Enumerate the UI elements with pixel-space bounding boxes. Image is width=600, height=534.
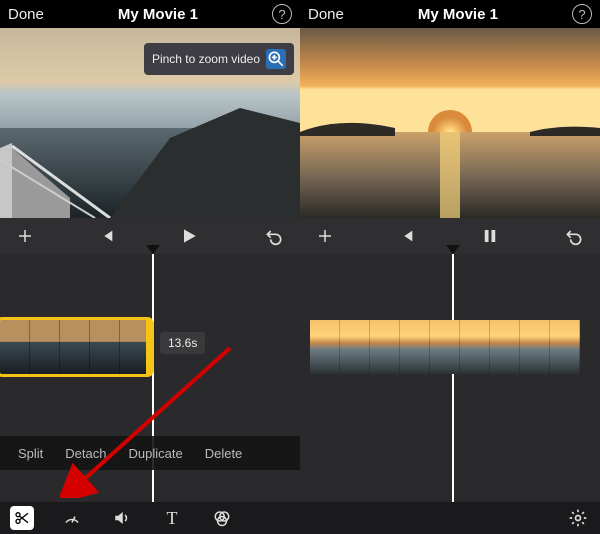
pinch-zoom-label: Pinch to zoom video: [152, 52, 260, 66]
header-bar: Done My Movie 1 ?: [0, 0, 300, 28]
titles-tool[interactable]: T: [160, 506, 184, 530]
help-button[interactable]: ?: [572, 4, 592, 24]
done-button[interactable]: Done: [308, 6, 344, 23]
pause-button[interactable]: [481, 227, 499, 245]
video-preview[interactable]: Pinch to zoom video: [0, 28, 300, 218]
help-button[interactable]: ?: [272, 4, 292, 24]
add-media-button[interactable]: [16, 227, 34, 245]
undo-button[interactable]: [564, 226, 584, 246]
project-title: My Movie 1: [418, 6, 498, 23]
skip-back-button[interactable]: [399, 228, 415, 244]
bottom-toolbar: [300, 502, 600, 534]
project-title: My Movie 1: [118, 6, 198, 23]
left-screenshot: Done My Movie 1 ? Pinch to zoom: [0, 0, 300, 534]
split-action[interactable]: Split: [18, 446, 43, 461]
timeline[interactable]: 13.6s Split Detach Duplicate Delete: [0, 254, 300, 502]
add-media-button[interactable]: [316, 227, 334, 245]
duplicate-action[interactable]: Duplicate: [129, 446, 183, 461]
play-button[interactable]: [179, 226, 199, 246]
scissors-tool[interactable]: [10, 506, 34, 530]
settings-button[interactable]: [566, 506, 590, 530]
header-bar: Done My Movie 1 ?: [300, 0, 600, 28]
bottom-toolbar: T: [0, 502, 300, 534]
skip-back-button[interactable]: [99, 228, 115, 244]
pinch-zoom-tooltip: Pinch to zoom video: [144, 43, 294, 75]
undo-button[interactable]: [264, 226, 284, 246]
right-screenshot: Done My Movie 1 ?: [300, 0, 600, 534]
video-clip[interactable]: [0, 320, 150, 374]
video-preview[interactable]: [300, 28, 600, 218]
done-button[interactable]: Done: [8, 6, 44, 23]
delete-action[interactable]: Delete: [205, 446, 243, 461]
clip-context-menu: Split Detach Duplicate Delete: [0, 436, 300, 470]
video-clip[interactable]: [310, 320, 590, 374]
speed-tool[interactable]: [60, 506, 84, 530]
clip-duration-label: 13.6s: [160, 332, 205, 354]
volume-tool[interactable]: [110, 506, 134, 530]
detach-action[interactable]: Detach: [65, 446, 106, 461]
timeline[interactable]: [300, 254, 600, 502]
filters-tool[interactable]: [210, 506, 234, 530]
playhead[interactable]: [452, 254, 454, 502]
zoom-in-icon: [266, 49, 286, 69]
